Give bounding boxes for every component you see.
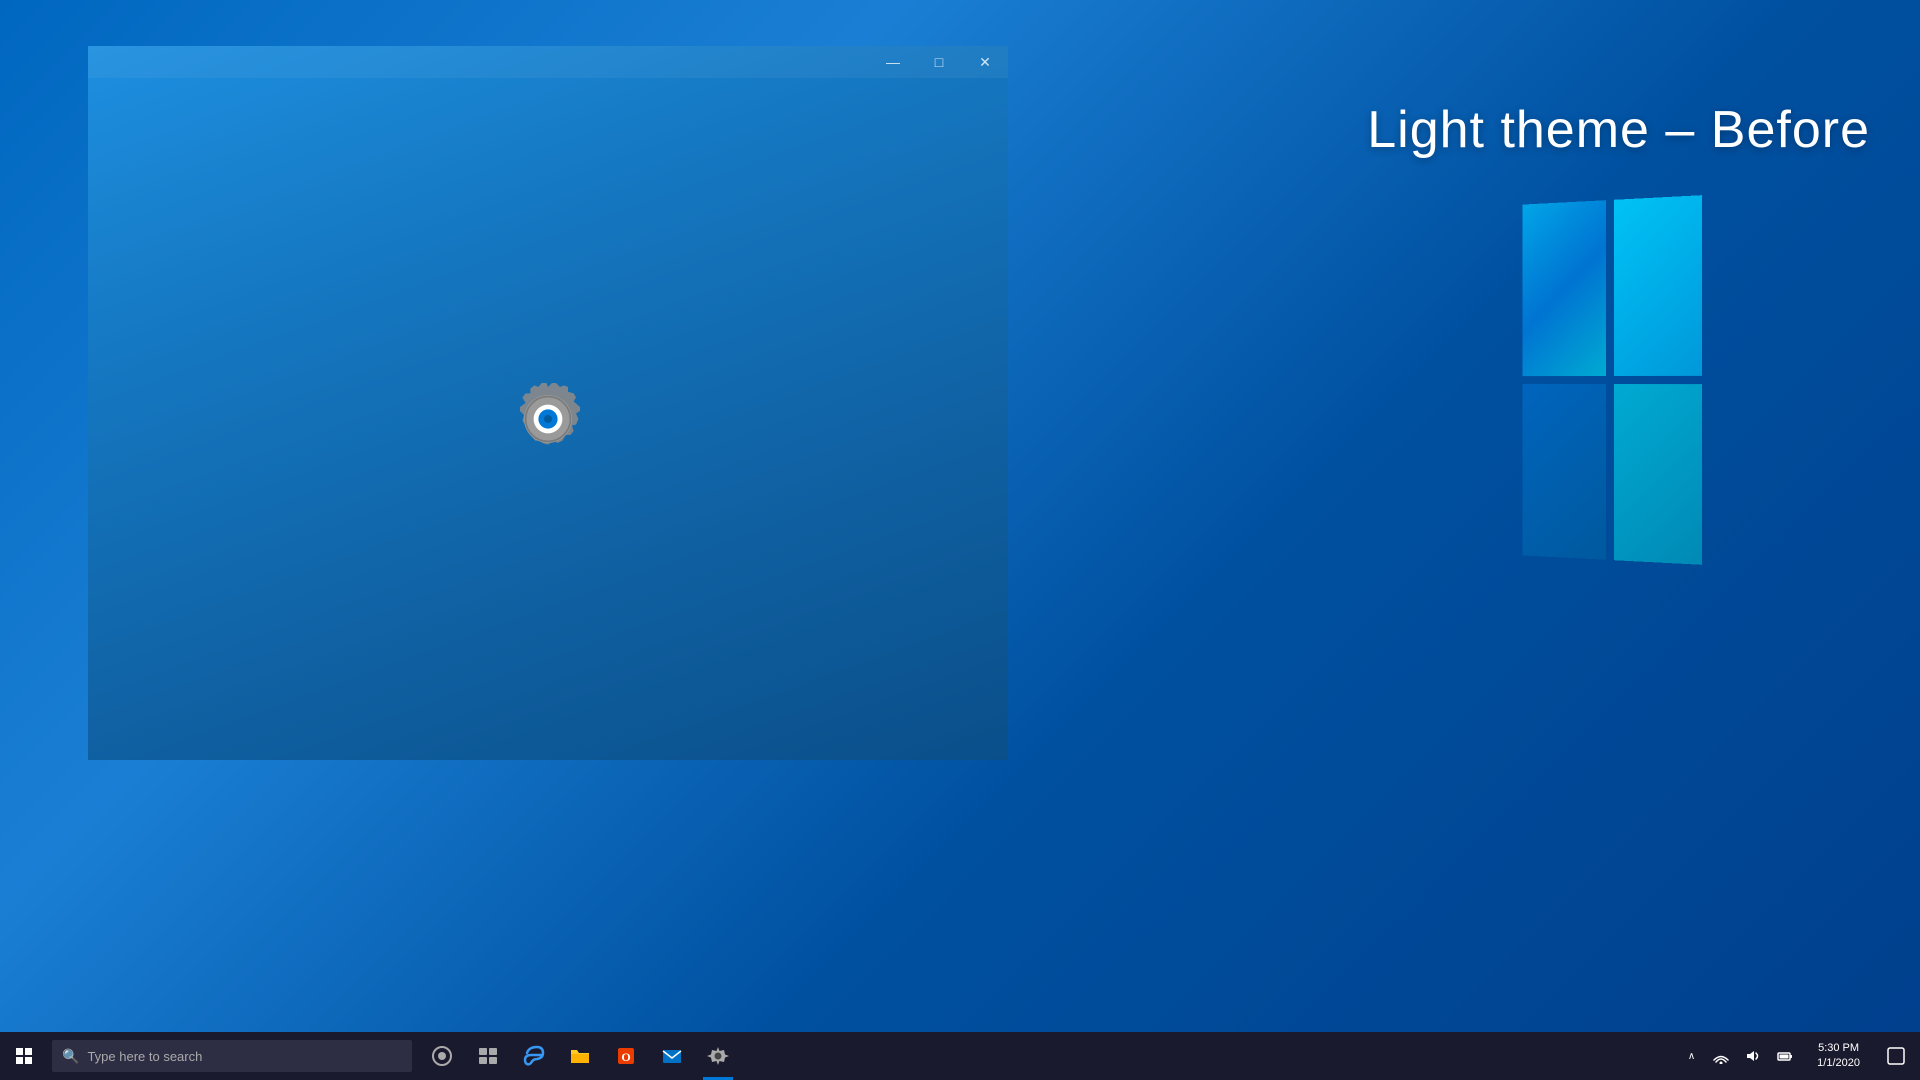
start-icon bbox=[16, 1048, 32, 1064]
title-bar: — □ ✕ bbox=[88, 46, 1008, 78]
win-tile-2 bbox=[1614, 195, 1702, 376]
taskbar-icons: O bbox=[420, 1032, 740, 1080]
search-bar[interactable]: 🔍 Type here to search bbox=[52, 1040, 412, 1072]
network-icon[interactable] bbox=[1705, 1032, 1737, 1080]
start-button[interactable] bbox=[0, 1032, 48, 1080]
office-button[interactable]: O bbox=[604, 1032, 648, 1080]
win-tile-4 bbox=[1614, 384, 1702, 565]
tray-overflow-button[interactable]: ∧ bbox=[1682, 1032, 1701, 1080]
minimize-button[interactable]: — bbox=[870, 46, 916, 78]
edge-button[interactable] bbox=[512, 1032, 556, 1080]
file-explorer-button[interactable] bbox=[558, 1032, 602, 1080]
close-button[interactable]: ✕ bbox=[962, 46, 1008, 78]
window-content bbox=[88, 78, 1008, 760]
settings-gear-icon bbox=[508, 379, 588, 459]
win-tile-1 bbox=[1523, 200, 1606, 376]
mail-button[interactable] bbox=[650, 1032, 694, 1080]
windows-logo-decoration bbox=[1520, 200, 1720, 580]
task-view-button[interactable] bbox=[466, 1032, 510, 1080]
clock[interactable]: 5:30 PM 1/1/2020 bbox=[1805, 1032, 1872, 1080]
search-placeholder: Type here to search bbox=[87, 1049, 202, 1064]
time-display: 5:30 PM bbox=[1818, 1041, 1859, 1056]
tray-icons bbox=[1705, 1032, 1801, 1080]
notification-center-button[interactable] bbox=[1876, 1032, 1916, 1080]
date-display: 1/1/2020 bbox=[1817, 1056, 1860, 1071]
cortana-button[interactable] bbox=[420, 1032, 464, 1080]
system-tray: ∧ bbox=[1682, 1032, 1920, 1080]
search-icon: 🔍 bbox=[62, 1048, 79, 1065]
annotation-label: Light theme – Before bbox=[1367, 100, 1870, 160]
desktop: Light theme – Before — □ ✕ bbox=[0, 0, 1920, 1080]
maximize-button[interactable]: □ bbox=[916, 46, 962, 78]
battery-icon[interactable] bbox=[1769, 1032, 1801, 1080]
win-tile-3 bbox=[1523, 384, 1606, 560]
svg-text:O: O bbox=[621, 1050, 630, 1064]
volume-icon[interactable] bbox=[1737, 1032, 1769, 1080]
taskbar: 🔍 Type here to search bbox=[0, 1032, 1920, 1080]
settings-taskbar-button[interactable] bbox=[696, 1032, 740, 1080]
settings-window: — □ ✕ bbox=[88, 46, 1008, 760]
